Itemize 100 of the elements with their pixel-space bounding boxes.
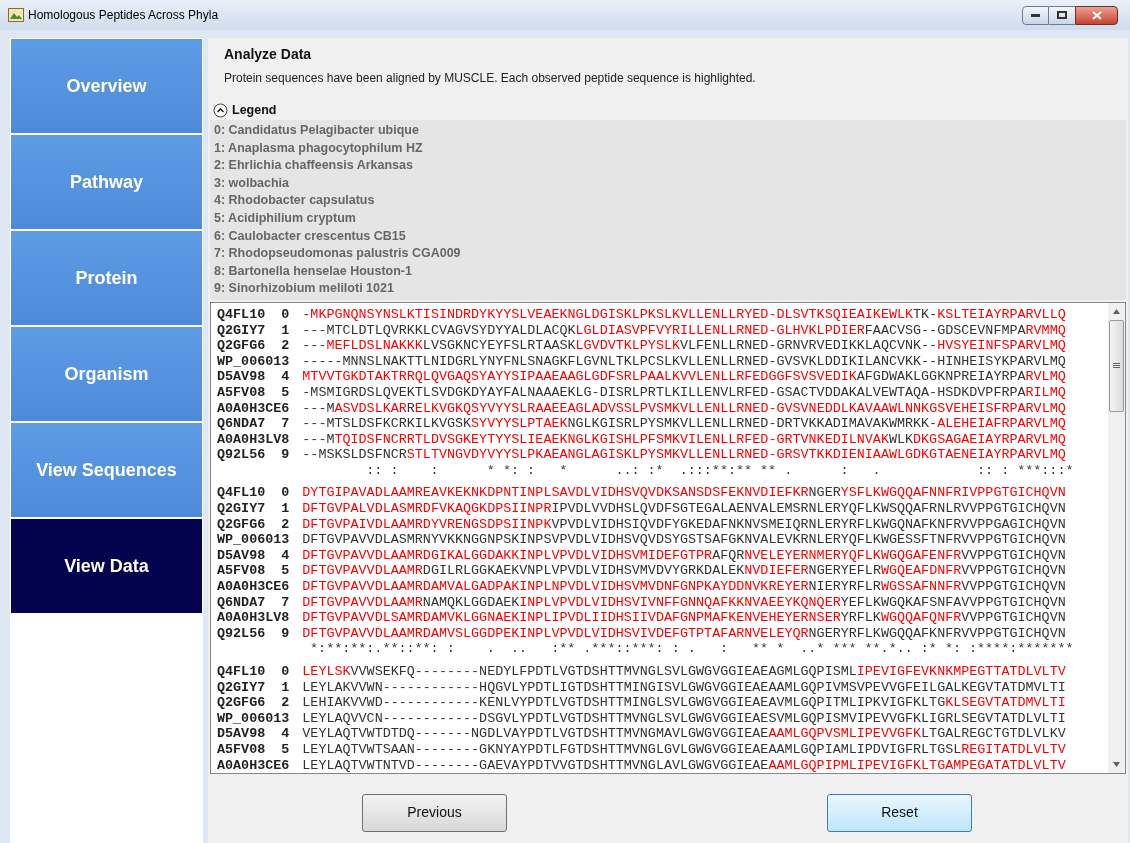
legend-item: 8: Bartonella henselae Houston-1 xyxy=(213,262,413,280)
sequence-text: LEYLAQTVWTSAAN--------GKNYAYPDTLFGTDSHTTMVNGLGVLGWGVGGIEAEAAMLGQPIAMLIPDVIGFRLTGSLREGITATDLVLTV xyxy=(302,741,1066,758)
sequence-index: 3 xyxy=(281,353,290,370)
sequence-id: Q2GIY7 xyxy=(217,501,267,517)
sequence-id: A0A0H3CE xyxy=(217,757,282,773)
sequence-text: DFTGVPAIVDLAAMRDYVRENGSDPSIINPKVPVDLVIDHSIQVDFYGKEDAFNKNVSMEIQRNLERYRFLKWGQNAFKNFRVVPPGAGICHQVN xyxy=(302,516,1066,533)
legend-item: 0: Candidatus Pelagibacter ubique xyxy=(213,122,420,139)
sequence-text: DYTGIPAVADLAAMREAVKEKNKDPNTINPLSAVDLVIDHSVQVDKSANSDSFEKNVDIEFKRNGERYSFLKWGQQAFNNFRIVPPGTGICHQVN xyxy=(302,485,1066,502)
down-arrow-icon xyxy=(1113,761,1120,767)
sequence-text: DFTGVPAVVDLAAMRDGIKALGGDAKKINPLVPVDLVIDHSVMIDEFGTPRAFQRNVELEYERNMERYQFLKWGQGAFENFRVVPPGTGICHQVN xyxy=(302,547,1066,564)
sequence-text: DFTGVPAVVDLAAMRNAMQKLGGDAEKINPLVPVDLVIDHSVIVNFFGNNQAFKKNVAEEYKQNQERYEFLKWGQKAFSNFAVVPPGTGICHQVN xyxy=(302,594,1066,611)
sequence-index: 9 xyxy=(281,447,290,463)
legend-item: 7: Rhodopseudomonas palustris CGA009 xyxy=(213,245,462,263)
consensus-line: :: : : * *: : * ..: :* .:::**:** ** . : . :: : ***:::* xyxy=(365,462,1074,479)
sequence-index: 8 xyxy=(281,431,290,448)
sequence-text: DFTGVPALVDLASMRDFVKAQGKDPSIINPRIPVDLVVDHSLQVDFSGTEGALAENVALEMSRNLERYQFLKWSQQAFRNLRVVPPGTGICHQVN xyxy=(302,501,1066,517)
consensus-line: *:**:**:.**::**: : . .. :** .***::***: : . : ** * ..* *** **.*.. :* *: :****:******* xyxy=(310,641,1074,657)
legend-item: 1: Anaplasma phagocytophilum HZ xyxy=(213,139,424,157)
sequence-id: A0A0H3LV xyxy=(217,431,282,448)
legend-item: 5: Acidiphilium cryptum xyxy=(213,209,357,227)
sequence-index: 5 xyxy=(281,741,290,758)
sequence-id: Q6NDA7 xyxy=(217,416,267,432)
maximize-icon xyxy=(1057,11,1067,19)
sequence-index: 0 xyxy=(281,306,290,323)
sequence-text: LEYLAQVVCN------------DSGVLYPDTLVGTDSHTTMVNGLSVLGWGVGGIEAESVMLGQPISMVIPEVVGFKLIGRLSEGVTATDLVLTI xyxy=(302,710,1066,727)
close-button[interactable] xyxy=(1075,5,1118,25)
sequence-id: D5AV98 xyxy=(217,726,267,742)
grip-icon xyxy=(1113,362,1120,369)
legend-item: 4: Rhodobacter capsulatus xyxy=(213,192,376,210)
window-icon xyxy=(8,8,24,22)
legend-item: 3: wolbachia xyxy=(213,174,291,192)
sequence-index: 1 xyxy=(281,501,290,517)
sequence-index: 2 xyxy=(281,338,290,354)
sidebar-item[interactable]: View Sequences xyxy=(10,422,203,518)
sequence-id: Q2GFG6 xyxy=(217,516,267,533)
legend-item: 2: Ehrlichia chaffeensis Arkansas xyxy=(213,157,414,175)
sequence-id: WP_00601 xyxy=(217,353,282,370)
sequence-id: Q4FL10 xyxy=(217,664,267,680)
window-title: Homologous Peptides Across Phyla xyxy=(28,7,219,24)
sequence-index: 9 xyxy=(281,625,290,642)
minimize-icon xyxy=(1031,13,1040,17)
sequence-text: DFTGVPAVVDLASMRNYVKKNGGNPSKINPSVPVDLVIDHSVQVDSYGSTSAFGKNVALEVKRNLERYQFLKWGESSFTNFRVVPPGTGICHQVN xyxy=(302,532,1066,548)
legend-item: 6: Caulobacter crescentus CB15 xyxy=(213,227,407,245)
sequence-text: ---MEFLDSLNAKKKLVSGKNCYEYFSLRTAASKLGVDVTKLPYSLKVLFENLLRNED-GRNVRVEDIKKLAQCVNK--HVSYEINFSPARVLMQ xyxy=(302,338,1066,354)
sidebar-item[interactable]: Pathway xyxy=(10,134,203,230)
sequence-id: A0A0H3LV xyxy=(217,610,282,626)
sequence-text: DFTGVPAVVDLAAMRDAMVSLGGDPEKINPLVPVDLVIDHSVIVDEFGTPTAFARNVELEYQRNGERYRFLKWGQQAFKNFRVVPPGTGICHQVN xyxy=(302,625,1066,642)
sequence-text: VEYLAQTVWTDTDQ-------NGDLVAYPDTLVGTDSHTTMVNGMAVLGWGVGGIEAEAAMLGQPVSMLIPEVVGFKLTGALREGCTGTDLVLKV xyxy=(302,726,1066,742)
sequence-id: A5FV08 xyxy=(217,563,267,580)
maximize-button[interactable] xyxy=(1049,5,1075,25)
sequence-text: LEHIAKVVWD------------KENLVYPDTLVGTDSHTTMINGLSVLGWGVGGIEAEAVMLGQPITMLIPKVIGFKLTGKLSEGVTATDMVLTI xyxy=(302,695,1066,711)
sequence-id: Q4FL10 xyxy=(217,306,267,323)
sequence-text: ---MASVDSLKARRELKVGKQSYVYYSLRAAEEAGLADVSSLPVSMKVLLENLLRNED-GVSVNEDDLKAVAAWLNNKGSVEHEISFRPARVLMQ xyxy=(302,400,1066,417)
sequence-text: LEYLAQTVWTNTVD--------GAEVAYPDTVVGTDSHTTMVNGLAVLGWGVGGIEAEAAMLGQPIPMLIPEVIGFKLTGAMPEGATATDLVLTV xyxy=(302,757,1066,773)
sequence-index: 3 xyxy=(281,710,290,727)
sidebar-item[interactable]: Overview xyxy=(10,38,203,134)
sequence-index: 2 xyxy=(281,516,290,533)
sidebar-item[interactable]: Organism xyxy=(10,326,203,422)
sequence-id: A0A0H3CE xyxy=(217,579,282,595)
minimize-button[interactable] xyxy=(1022,5,1049,25)
sequence-text: -MKPGNQNSYNSLKTISINDRDYKYYSLVEAEKNGLDGISKLPKSLKVLLENLLRYED-DLSVTKSQIEAIKEWLKTK-KSLTEIAYRPARVLLQ xyxy=(302,306,1066,323)
sequence-index: 0 xyxy=(281,485,290,502)
sequence-id: Q6NDA7 xyxy=(217,594,267,611)
sequence-id: A0A0H3CE xyxy=(217,400,282,417)
scrollbar-thumb[interactable] xyxy=(1109,319,1124,412)
close-icon xyxy=(1091,10,1102,20)
sequence-text: LEYLAKVVWN------------HQGVLYPDTLIGTDSHTTMINGISVLGWGVGGIEAEAAMLGQPIVMSVPEVVGFEILGALKEGVTATDMVLTI xyxy=(302,679,1066,696)
sidebar-item[interactable]: Protein xyxy=(10,230,203,326)
sequence-text: -MSMIGRDSLQVEKTLSVDGKDYAYFALNAAAEKLG-DISRLPRTLKILLENVLRFED-GSACTVDDAKALVEWTAQA-HSDKDVPFRPARILMQ xyxy=(302,384,1066,401)
sequence-id: Q2GFG6 xyxy=(217,338,267,354)
sequence-id: Q92L56 xyxy=(217,447,267,463)
sequence-index: 3 xyxy=(281,532,290,548)
sequence-id: WP_00601 xyxy=(217,532,282,548)
sequence-index: 4 xyxy=(281,547,290,564)
legend-toggle[interactable]: Legend xyxy=(213,100,277,120)
sequence-text: LEYLSKVVWSEKFQ--------NEDYLFPDTLVGTDSHTTMVNGLSVLGWGVGGIEAEAGMLGQPISMLIPEVIGFEVKNKMPEGTTATDLVLTV xyxy=(302,664,1066,680)
sequence-text: DFTGVPAVVDLAAMRDAMVALGADPAKINPLNPVDLVIDHSVMVDNFGNPKAYDDNVKREYERNIERYRFLRWGSSAFNNFRVVPPGTGICHQVN xyxy=(302,579,1066,595)
sequence-text: DFTGVPAVVDLSAMRDAMVKLGGNAEKINPLIPVDLIIDHSIIVDAFGNPMAFKENVEHEYERNSERYRFLKWGQQAFQNFRVVPPGTGICHQVN xyxy=(302,610,1066,626)
sequence-index: 8 xyxy=(281,610,290,626)
sequence-index: 6 xyxy=(281,400,290,417)
sequence-text: ---MTQIDSFNCRRTLDVSGKEYTYYSLIEAEKNGLKGISHLPFSMKVILENLLRFED-GRTVNKEDILNVAKWLKDKGSAGAEIAYRPARVLMQ xyxy=(302,431,1066,448)
page-title: Analyze Data xyxy=(224,45,313,64)
nav-button[interactable]: Previous xyxy=(362,793,507,832)
sequence-index: 1 xyxy=(281,679,290,696)
nav-button[interactable]: Reset xyxy=(827,793,972,832)
sequence-index: 1 xyxy=(281,322,290,339)
sequence-index: 4 xyxy=(281,726,290,742)
sequence-index: 5 xyxy=(281,563,290,580)
sequence-text: DFTGVPAVVDLAAMRDGILRLGGKAEKVNPLVPVDLVIDHSVMVDVYGRKDALEKNVDIEFERNGERYEFLRWGQEAFDNFRVVPPGTGICHQVN xyxy=(302,563,1066,580)
sequence-id: WP_00601 xyxy=(217,710,282,727)
sequence-id: A5FV08 xyxy=(217,384,267,401)
sequence-id: Q92L56 xyxy=(217,625,267,642)
scrollbar[interactable] xyxy=(1108,302,1125,773)
sequence-index: 5 xyxy=(281,384,290,401)
sequence-id: Q4FL10 xyxy=(217,485,267,502)
sequence-text: --MSKSLDSFNCRSTLTVNGVDYVYYSLPKAEANGLAGISKLPYSMKVLLENLLRNED-GRSVTKKDIENIAAWLGDKGTAENEIAYRPARVLMQ xyxy=(302,447,1066,463)
sequence-text: ---MTCLDTLQVRKKLCVAGVSYDYYALDLACQKLGLDIASVPFVYRILLENLLRNED-GLHVKLPDIERFAACVSG--GDSCEVNFMPARVMMQ xyxy=(302,322,1066,339)
sequence-index: 0 xyxy=(281,664,290,680)
sidebar-item[interactable]: View Data xyxy=(10,518,203,614)
sequence-index: 6 xyxy=(281,579,290,595)
